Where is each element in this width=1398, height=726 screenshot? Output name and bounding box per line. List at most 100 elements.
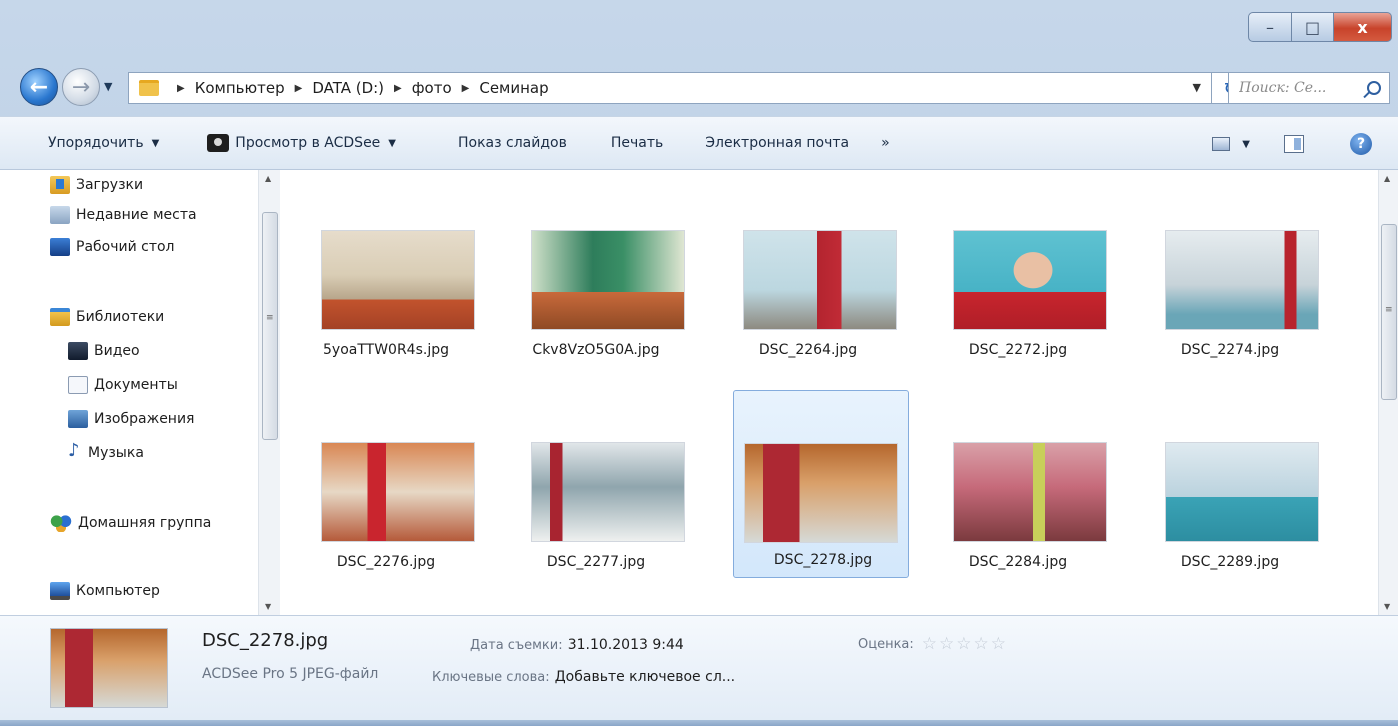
thumbnail-image (321, 230, 475, 330)
address-dropdown-button[interactable]: ▼ (1193, 81, 1201, 94)
thumbnail-image (1165, 230, 1319, 330)
nav-item-label: Загрузки (76, 177, 144, 193)
documents-icon (68, 376, 88, 394)
scroll-down-arrow-icon[interactable]: ▼ (265, 602, 271, 611)
minimize-button[interactable]: – (1248, 12, 1292, 42)
file-tile[interactable]: Ckv8VzO5G0A.jpg (507, 190, 685, 378)
file-tile[interactable]: DSC_2274.jpg (1141, 190, 1319, 378)
file-name: Ckv8VzO5G0A.jpg (532, 342, 660, 358)
title-bar: – □ x (0, 0, 1398, 58)
homegroup-icon (50, 514, 72, 532)
preview-pane-icon[interactable] (1284, 135, 1304, 153)
nav-item-label: Компьютер (76, 583, 160, 599)
address-bar[interactable]: ▶ Компьютер ▶ DATA (D:) ▶ фото ▶ Семинар… (128, 72, 1212, 104)
star-icon[interactable]: ☆ (991, 634, 1006, 654)
scroll-down-arrow-icon[interactable]: ▼ (1384, 602, 1390, 611)
nav-item-images[interactable]: Изображения (68, 410, 194, 428)
file-name: DSC_2284.jpg (968, 554, 1068, 570)
acdsee-view-button[interactable]: Просмотр в ACDSee ▼ (207, 116, 396, 170)
search-icon[interactable] (1367, 81, 1381, 95)
nav-item-video[interactable]: Видео (68, 342, 140, 360)
nav-item-label: Домашняя группа (78, 515, 212, 531)
keywords-value[interactable]: Добавьте ключевое сл... (555, 669, 735, 685)
navigation-pane: Загрузки Недавние места Рабочий стол Биб… (0, 170, 285, 615)
back-button[interactable]: ← (20, 68, 58, 106)
file-tile[interactable]: DSC_2289.jpg (1141, 402, 1319, 590)
breadcrumb-separator-icon[interactable]: ▶ (394, 83, 402, 94)
navigation-pane-scrollbar[interactable]: ▲ ▼ (258, 170, 280, 615)
slideshow-button[interactable]: Показ слайдов (458, 116, 567, 170)
recent-pages-dropdown[interactable]: ▼ (104, 80, 112, 93)
selected-file-type: ACDSee Pro 5 JPEG-файл (202, 666, 379, 682)
change-view-icon[interactable] (1212, 137, 1231, 151)
file-tile[interactable]: DSC_2284.jpg (929, 402, 1107, 590)
nav-item-recent-places[interactable]: Недавние места (50, 206, 197, 224)
breadcrumb-separator-icon[interactable]: ▶ (295, 83, 303, 94)
rating: Оценка: ☆ ☆ ☆ ☆ ☆ (858, 634, 1006, 654)
star-icon[interactable]: ☆ (939, 634, 954, 654)
acdsee-label: Просмотр в ACDSee (235, 135, 381, 151)
nav-item-desktop[interactable]: Рабочий стол (50, 238, 175, 256)
selected-file-name: DSC_2278.jpg (202, 630, 329, 651)
acdsee-icon (207, 134, 230, 152)
breadcrumb-separator-icon[interactable]: ▶ (177, 83, 185, 94)
nav-item-homegroup[interactable]: Домашняя группа (50, 514, 211, 532)
nav-item-label: Библиотеки (76, 309, 165, 325)
scroll-up-arrow-icon[interactable]: ▲ (1384, 174, 1390, 183)
file-name: DSC_2276.jpg (336, 554, 436, 570)
star-icon[interactable]: ☆ (922, 634, 937, 654)
star-icon[interactable]: ☆ (974, 634, 989, 654)
breadcrumb-computer[interactable]: Компьютер (195, 79, 285, 97)
date-taken-label: Дата съемки: (470, 638, 563, 653)
forward-button[interactable]: → (62, 68, 100, 106)
file-tile[interactable]: DSC_2277.jpg (507, 402, 685, 590)
back-arrow-icon: ← (29, 74, 49, 100)
nav-item-documents[interactable]: Документы (68, 376, 178, 394)
file-tile[interactable]: DSC_2264.jpg (719, 190, 897, 378)
file-list-area: 5yoaTTW0R4s.jpg Ckv8VzO5G0A.jpg DSC_2264… (285, 170, 1378, 615)
help-icon[interactable]: ? (1350, 133, 1372, 155)
view-options-dropdown[interactable]: ▼ (1242, 117, 1250, 171)
print-button[interactable]: Печать (611, 116, 663, 170)
scrollbar-thumb[interactable] (262, 212, 278, 440)
images-icon (68, 410, 88, 428)
date-taken-value[interactable]: 31.10.2013 9:44 (568, 637, 684, 653)
nav-item-computer[interactable]: Компьютер (50, 582, 160, 600)
breadcrumb-drive[interactable]: DATA (D:) (312, 79, 384, 97)
search-box[interactable] (1228, 72, 1390, 104)
thumbnail-image (531, 442, 685, 542)
scrollbar-thumb[interactable] (1381, 224, 1397, 400)
close-button[interactable]: x (1334, 12, 1392, 42)
email-label: Электронная почта (705, 135, 850, 151)
nav-item-downloads[interactable]: Загрузки (50, 176, 143, 194)
file-name: DSC_2278.jpg (773, 552, 873, 568)
chevron-down-icon: ▼ (151, 137, 160, 149)
star-icon[interactable]: ☆ (956, 634, 971, 654)
breadcrumb-seminar[interactable]: Семинар (479, 79, 548, 97)
chevron-down-icon: ▼ (388, 137, 396, 149)
file-tile-selected[interactable]: DSC_2278.jpg (733, 390, 909, 578)
music-icon (68, 440, 82, 462)
nav-item-libraries[interactable]: Библиотеки (50, 308, 164, 326)
more-commands-button[interactable]: » (881, 116, 890, 170)
search-input[interactable] (1239, 80, 1357, 96)
file-tile[interactable]: DSC_2276.jpg (297, 402, 475, 590)
libraries-icon (50, 308, 70, 326)
breadcrumb-separator-icon[interactable]: ▶ (462, 83, 470, 94)
explorer-window: – □ x ← → ▼ ▶ Компьютер ▶ DATA (D:) ▶ фо… (0, 0, 1398, 726)
command-bar-right: ▼ ? (1212, 117, 1398, 171)
file-name: DSC_2277.jpg (546, 554, 646, 570)
email-button[interactable]: Электронная почта (705, 116, 849, 170)
thumbnail-image (953, 230, 1107, 330)
file-tile[interactable]: DSC_2272.jpg (929, 190, 1107, 378)
navigation-bar: ← → ▼ ▶ Компьютер ▶ DATA (D:) ▶ фото ▶ С… (0, 58, 1398, 116)
video-icon (68, 342, 88, 360)
file-tile[interactable]: 5yoaTTW0R4s.jpg (297, 190, 475, 378)
organize-button[interactable]: Упорядочить ▼ (48, 116, 159, 170)
maximize-button[interactable]: □ (1292, 12, 1334, 42)
breadcrumb-foto[interactable]: фото (412, 79, 452, 97)
rating-stars[interactable]: ☆ ☆ ☆ ☆ ☆ (920, 634, 1006, 654)
nav-item-music[interactable]: Музыка (68, 440, 144, 462)
file-list-scrollbar[interactable]: ▲ ▼ (1378, 170, 1398, 615)
scroll-up-arrow-icon[interactable]: ▲ (265, 174, 271, 183)
